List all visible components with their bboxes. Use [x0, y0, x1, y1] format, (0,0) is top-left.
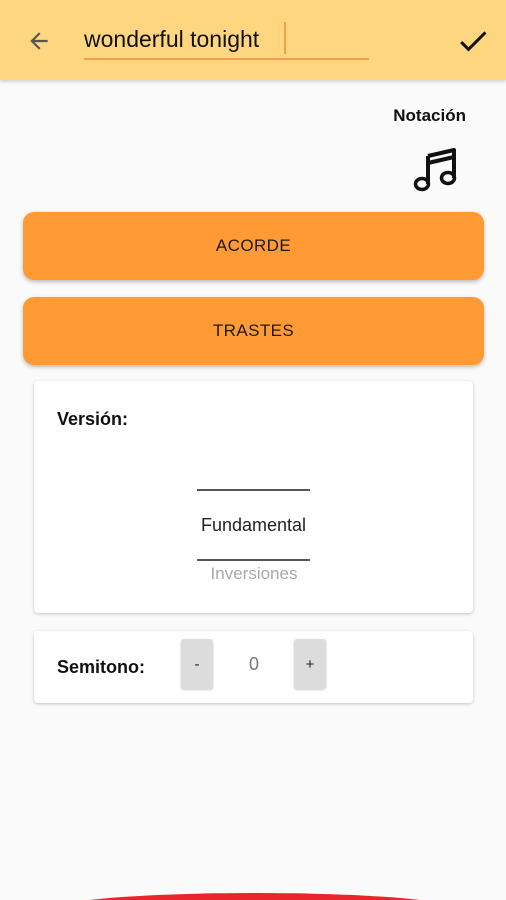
confirm-button[interactable]: [454, 22, 492, 60]
frets-button[interactable]: TRASTES: [23, 297, 484, 365]
back-button[interactable]: [22, 24, 56, 58]
music-notes-icon: [413, 148, 457, 192]
picker-divider-bottom: [197, 559, 310, 561]
version-card: Versión: Fundamental Inversiones: [34, 381, 473, 613]
version-label: Versión:: [57, 409, 129, 429]
semitone-card: Semitono: - 0 +: [34, 631, 473, 703]
arrow-left-icon: [30, 32, 48, 50]
notation-label: Notación: [393, 106, 466, 125]
song-title-input[interactable]: [84, 22, 369, 60]
semitone-decrease-button[interactable]: -: [181, 639, 213, 689]
chord-button[interactable]: ACORDE: [23, 212, 484, 280]
text-cursor: [284, 22, 286, 54]
bottom-action-button[interactable]: [55, 893, 455, 900]
check-icon: [460, 31, 487, 52]
semitone-value: 0: [248, 654, 259, 674]
app-toolbar: [0, 0, 506, 80]
picker-next-option[interactable]: Inversiones: [180, 564, 328, 584]
version-picker[interactable]: Fundamental: [197, 489, 310, 561]
notation-button[interactable]: [412, 146, 458, 192]
semitone-label: Semitono:: [57, 657, 145, 677]
picker-selected-value: Fundamental: [200, 515, 307, 535]
picker-divider-top: [197, 489, 310, 491]
semitone-increase-button[interactable]: +: [294, 639, 326, 689]
